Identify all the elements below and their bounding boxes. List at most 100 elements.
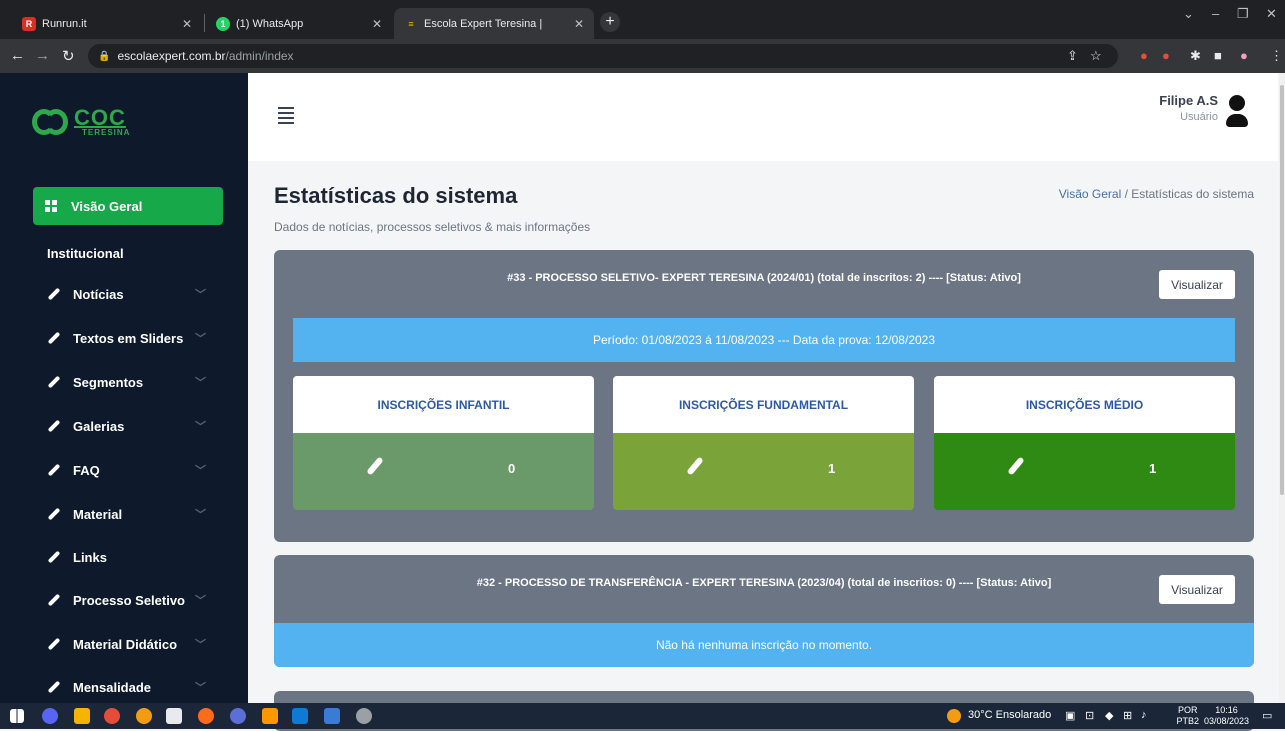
new-tab-button[interactable]: + — [600, 12, 620, 32]
chevron-down-icon: ﹀ — [195, 421, 206, 433]
forward-icon[interactable]: → — [35, 47, 50, 64]
sidebar-item-galerias[interactable]: Galerias ﹀ — [47, 415, 217, 437]
discord-icon[interactable] — [42, 708, 58, 724]
runrun-favicon-icon: R — [22, 16, 36, 31]
windows-start-icon[interactable] — [10, 709, 24, 723]
logo-text: COC — [74, 105, 126, 130]
sidebar-item-label: Textos em Sliders — [73, 330, 184, 346]
sidebar-item-label: Material Didático — [73, 636, 178, 652]
sidebar-item-visao-geral[interactable]: Visão Geral — [33, 187, 223, 225]
tab-runrun[interactable]: R Runrun.it ✕ — [12, 8, 202, 39]
sidebar-item-material-didatico[interactable]: Material Didático ﹀ — [47, 633, 217, 655]
breadcrumb-separator: / — [1124, 187, 1128, 201]
stat-label: INSCRIÇÕES MÉDIO — [934, 376, 1235, 433]
share-icon[interactable]: ⇪ — [1067, 48, 1078, 64]
user-name[interactable]: Filipe A.S — [1159, 93, 1218, 108]
stat-body: 1 — [934, 433, 1235, 510]
url-path: /admin/index — [225, 49, 294, 63]
url-host: escolaexpert.com.br — [117, 49, 226, 63]
hamburger-menu-icon[interactable] — [278, 107, 294, 127]
sidebar-item-segmentos[interactable]: Segmentos ﹀ — [47, 371, 217, 393]
chevron-down-icon: ﹀ — [195, 377, 206, 389]
system-clock[interactable]: 10:16 03/08/2023 — [1204, 705, 1249, 727]
breadcrumb-link-visao-geral[interactable]: Visão Geral — [1059, 187, 1121, 201]
sidebar-item-noticias[interactable]: Notícias ﹀ — [47, 283, 217, 305]
sublime-text-icon[interactable] — [262, 708, 278, 724]
sidebar-item-processo-seletivo[interactable]: Processo Seletivo ﹀ — [47, 589, 217, 611]
breadcrumb: Visão Geral / Estatísticas do sistema — [1059, 187, 1254, 201]
pencil-icon — [1007, 456, 1025, 476]
bookmark-star-icon[interactable]: ☆ — [1090, 48, 1102, 64]
sidebar-item-material[interactable]: Material ﹀ — [47, 503, 217, 525]
restore-icon[interactable]: ❐ — [1237, 6, 1249, 22]
tab-title: Escola Expert Teresina | — [424, 17, 543, 30]
dashboard-grid-icon — [45, 200, 57, 212]
app-orange-icon[interactable] — [198, 708, 214, 724]
tab-escola-expert[interactable]: ≡ Escola Expert Teresina | ✕ — [394, 8, 594, 39]
pencil-icon — [366, 456, 384, 476]
user-avatar-icon[interactable] — [1226, 95, 1248, 129]
paint-icon[interactable] — [356, 708, 372, 724]
sidebar: COC TERESINA Visão Geral Institucional N… — [0, 73, 248, 703]
tray-device-icon[interactable]: ⊡ — [1085, 709, 1094, 722]
chevron-down-icon: ﹀ — [195, 465, 206, 477]
input-language[interactable]: POR PTB2 — [1176, 705, 1199, 727]
volume-icon[interactable]: ♪ — [1141, 709, 1147, 721]
no-inscriptions-info: Não há nenhuma inscrição no momento. — [274, 623, 1254, 667]
vscode-icon[interactable] — [292, 708, 308, 724]
scrollbar[interactable] — [1279, 73, 1285, 703]
tab-separator — [204, 14, 205, 32]
close-icon[interactable]: ✕ — [574, 17, 584, 31]
file-explorer-icon[interactable] — [74, 708, 90, 724]
pencil-icon — [47, 375, 61, 389]
notifications-icon[interactable]: ▭ — [1262, 709, 1272, 722]
visualizar-button[interactable]: Visualizar — [1159, 575, 1235, 604]
sidebar-item-textos-em-sliders[interactable]: Textos em Sliders ﹀ — [47, 327, 217, 349]
close-icon[interactable]: ✕ — [372, 17, 382, 31]
minimize-icon[interactable]: – — [1212, 6, 1219, 21]
profile-avatar-icon[interactable]: ● — [1240, 48, 1248, 63]
chrome-menu-icon[interactable]: ⋮ — [1270, 48, 1283, 64]
adblock-icon[interactable]: ● — [1162, 48, 1170, 63]
sidepanel-icon[interactable]: ■ — [1214, 48, 1222, 63]
pencil-icon — [686, 456, 704, 476]
tab-title: Runrun.it — [42, 17, 87, 30]
scrollbar-thumb[interactable] — [1280, 85, 1284, 495]
sidebar-item-faq[interactable]: FAQ ﹀ — [47, 459, 217, 481]
document-icon[interactable] — [324, 708, 340, 724]
network-icon[interactable]: ⊞ — [1123, 709, 1132, 722]
tray-shield-icon[interactable]: ◆ — [1105, 709, 1113, 722]
chevron-down-icon[interactable]: ⌄ — [1183, 6, 1194, 22]
close-icon[interactable]: ✕ — [182, 17, 192, 31]
snipping-tool-icon[interactable] — [166, 708, 182, 724]
page-title: Estatísticas do sistema — [274, 183, 518, 208]
sidebar-item-label: Links — [73, 549, 107, 565]
stat-card-infantil: INSCRIÇÕES INFANTIL 0 — [293, 376, 594, 510]
windows-taskbar: 30°C Ensolarado ▣ ⊡ ◆ ⊞ ♪ POR PTB2 10:16… — [0, 703, 1285, 729]
stat-body: 1 — [613, 433, 914, 510]
sidebar-item-mensalidade[interactable]: Mensalidade ﹀ — [47, 676, 217, 698]
extension-icon[interactable]: ● — [1140, 48, 1148, 63]
weather-sun-icon[interactable] — [947, 709, 961, 723]
chrome-icon[interactable] — [104, 708, 120, 724]
pencil-icon — [47, 419, 61, 433]
tray-app-icon[interactable]: ▣ — [1065, 709, 1075, 722]
weather-text[interactable]: 30°C Ensolarado — [968, 709, 1051, 721]
back-icon[interactable]: ← — [10, 47, 25, 64]
tab-whatsapp[interactable]: 1 (1) WhatsApp ✕ — [206, 8, 392, 39]
url-field[interactable]: 🔒 escolaexpert.com.br/admin/index — [88, 44, 1118, 68]
chevron-down-icon: ﹀ — [195, 639, 206, 651]
sidebar-item-links[interactable]: Links — [47, 546, 217, 568]
process-card-title: #33 - PROCESSO SELETIVO- EXPERT TERESINA… — [507, 272, 1021, 284]
pencil-icon — [47, 550, 61, 564]
reload-icon[interactable]: ↻ — [62, 47, 75, 65]
pencil-icon — [47, 287, 61, 301]
app-blue-icon[interactable] — [230, 708, 246, 724]
window-close-icon[interactable]: ✕ — [1266, 6, 1277, 22]
visualizar-button[interactable]: Visualizar — [1159, 270, 1235, 299]
stat-value: 1 — [828, 461, 836, 476]
pencil-icon — [47, 463, 61, 477]
extensions-puzzle-icon[interactable]: ✱ — [1190, 48, 1201, 64]
app-b-icon[interactable] — [136, 708, 152, 724]
coc-teresina-logo[interactable]: COC TERESINA — [32, 107, 130, 137]
